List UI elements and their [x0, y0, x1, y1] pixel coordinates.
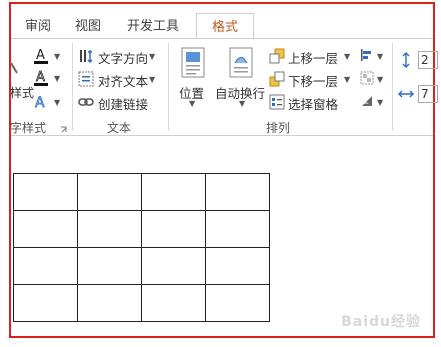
arrange-group-label: 排列	[266, 121, 291, 135]
table-cell[interactable]	[13, 284, 78, 322]
wrap-text-icon	[228, 47, 254, 79]
chevron-down-icon[interactable]: ▼	[239, 99, 245, 108]
text-group-label: 文本	[107, 121, 132, 135]
brush-icon	[9, 61, 19, 75]
watermark: Baidu经验	[341, 314, 421, 330]
table-row	[13, 173, 270, 211]
ribbon-panel: 样式 A ▼ A ▼ A ▼ 字样式 文字方向 ▼ 对齐文本 ▼ 创建链接 文本…	[9, 38, 438, 136]
width-icon	[398, 85, 414, 103]
table-cell[interactable]	[77, 284, 142, 322]
tab-format[interactable]: 格式	[196, 13, 254, 41]
align-objects-icon[interactable]	[360, 48, 374, 62]
chevron-down-icon[interactable]: ▼	[54, 98, 60, 107]
group-separator	[72, 43, 73, 131]
chevron-down-icon[interactable]: ▼	[189, 99, 195, 108]
create-link-button[interactable]: 创建链接	[98, 94, 148, 113]
tab-view[interactable]: 视图	[73, 16, 103, 38]
svg-text:A: A	[35, 95, 45, 111]
table-cell[interactable]	[141, 173, 206, 211]
table-cell[interactable]	[205, 173, 270, 211]
document-table[interactable]	[13, 173, 270, 322]
chevron-down-icon[interactable]: ▼	[377, 98, 383, 107]
table-cell[interactable]	[13, 247, 78, 285]
svg-text:A: A	[36, 48, 45, 63]
align-text-icon	[78, 71, 94, 87]
ribbon-tab-bar: 审阅 视图 开发工具 格式	[11, 4, 433, 41]
send-backward-button[interactable]: 下移一层	[288, 71, 338, 90]
link-icon	[78, 94, 94, 110]
group-separator	[392, 43, 393, 131]
shape-width-input[interactable]: 7	[418, 85, 438, 103]
position-icon	[180, 47, 206, 79]
table-cell[interactable]	[13, 173, 78, 211]
table-cell[interactable]	[13, 210, 78, 248]
table-row	[13, 247, 270, 285]
tab-review[interactable]: 审阅	[23, 16, 53, 38]
text-direction-icon	[78, 48, 94, 64]
selection-pane-icon	[269, 94, 285, 110]
shape-height-input[interactable]: 2	[418, 51, 438, 69]
text-outline-button[interactable]: A	[33, 69, 49, 87]
text-effects-button[interactable]: A	[33, 93, 49, 112]
chevron-down-icon[interactable]: ▼	[344, 75, 350, 84]
align-text-button[interactable]: 对齐文本	[98, 71, 148, 90]
group-separator	[168, 43, 169, 131]
bring-forward-icon	[269, 48, 285, 64]
table-cell[interactable]	[205, 247, 270, 285]
table-cell[interactable]	[77, 210, 142, 248]
height-icon	[398, 51, 414, 69]
wordart-styles-label[interactable]: 样式	[10, 84, 34, 101]
text-fill-button[interactable]: A	[33, 47, 49, 65]
rotate-icon[interactable]	[360, 94, 374, 108]
table-cell[interactable]	[141, 247, 206, 285]
chevron-down-icon[interactable]: ▼	[377, 52, 383, 61]
table-cell[interactable]	[77, 173, 142, 211]
table-cell[interactable]	[205, 284, 270, 322]
svg-text:A: A	[36, 70, 45, 85]
chevron-down-icon[interactable]: ▼	[344, 52, 350, 61]
bring-forward-button[interactable]: 上移一层	[288, 48, 338, 67]
selection-pane-button[interactable]: 选择窗格	[288, 94, 338, 113]
wordart-group-label: 字样式	[10, 121, 47, 135]
table-row	[13, 210, 270, 248]
table-row	[13, 284, 270, 322]
chevron-down-icon[interactable]: ▼	[149, 75, 155, 84]
table-cell[interactable]	[141, 284, 206, 322]
chevron-down-icon[interactable]: ▼	[54, 52, 60, 61]
tab-developer[interactable]: 开发工具	[123, 16, 183, 38]
table-cell[interactable]	[77, 247, 142, 285]
table-cell[interactable]	[141, 210, 206, 248]
table-cell[interactable]	[205, 210, 270, 248]
chevron-down-icon[interactable]: ▼	[54, 74, 60, 83]
chevron-down-icon[interactable]: ▼	[149, 52, 155, 61]
send-backward-icon	[269, 71, 285, 87]
group-objects-icon[interactable]	[360, 71, 374, 85]
chevron-down-icon[interactable]: ▼	[377, 75, 383, 84]
text-direction-button[interactable]: 文字方向	[98, 48, 148, 67]
dialog-launcher-icon[interactable]	[60, 123, 68, 133]
